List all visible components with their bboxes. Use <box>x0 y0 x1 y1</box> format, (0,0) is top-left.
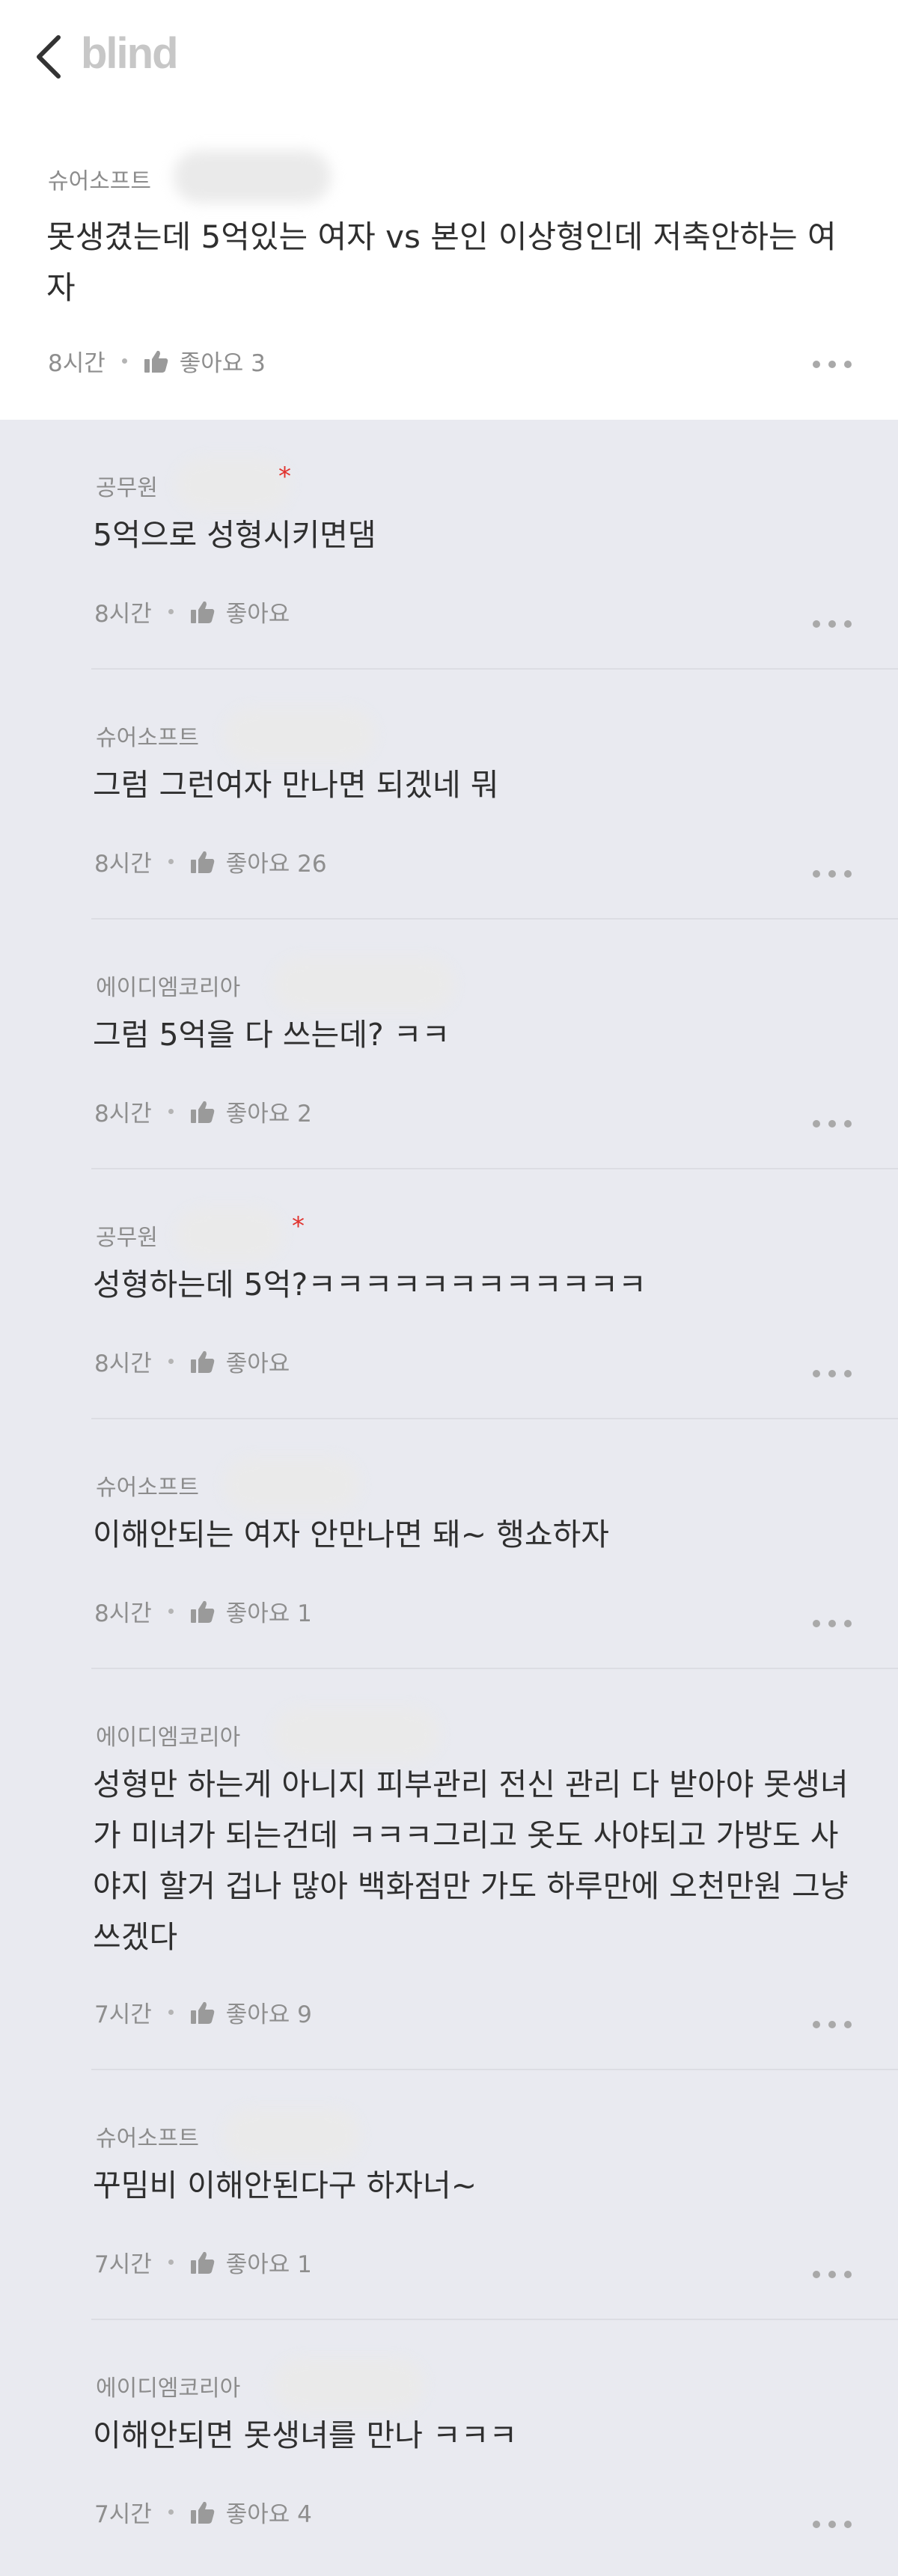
comment-meta: 8시간 좋아요 2 <box>94 1095 312 1128</box>
thumbs-up-icon[interactable] <box>190 1350 216 1374</box>
post-title: 못생겼는데 5억있는 여자 vs 본인 이상형인데 저축안하는 여자 <box>46 218 837 306</box>
more-options-icon[interactable] <box>813 1620 852 1630</box>
thumbs-up-icon[interactable] <box>190 600 216 624</box>
comment-text: 5억으로 성형시키면댐 <box>93 517 376 553</box>
more-options-icon[interactable] <box>813 1370 852 1380</box>
comment-item: 슈어소프트 꾸밈비 이해안된다구 하자너~ 7시간 좋아요 1 <box>0 2070 898 2320</box>
thumbs-up-icon[interactable] <box>190 1100 216 1124</box>
comment-time: 7시간 <box>94 2501 152 2528</box>
comment-meta: 8시간 좋아요 26 <box>94 845 327 878</box>
post-time: 8시간 <box>48 350 106 377</box>
more-options-icon[interactable] <box>813 620 852 631</box>
comment-time: 8시간 <box>94 1101 152 1128</box>
comment-meta: 7시간 좋아요 4 <box>94 2495 312 2529</box>
more-options-icon[interactable] <box>813 1120 852 1131</box>
comment-likes[interactable]: 좋아요 1 <box>226 1594 312 1628</box>
comment-likes[interactable]: 좋아요 <box>226 595 290 628</box>
comment-meta: 8시간 좋아요 <box>94 595 290 628</box>
comment-text: 꾸밈비 이해안된다구 하자너~ <box>93 2167 477 2203</box>
comment-meta: 7시간 좋아요 1 <box>94 2245 312 2279</box>
comment-item: 에이디엠코리아 이해안되면 못생녀를 만나 ㅋㅋㅋ 7시간 좋아요 4 <box>0 2320 898 2570</box>
separator-dot <box>168 609 174 614</box>
comment-likes[interactable]: 좋아요 26 <box>226 845 327 878</box>
back-arrow-icon[interactable] <box>33 33 63 81</box>
comment-company: 공무원 <box>96 1225 158 1251</box>
top-bar: blind <box>0 0 898 116</box>
blurred-nickname <box>224 1458 359 1511</box>
more-options-icon[interactable] <box>813 2271 852 2281</box>
comment-item: 에이디엠코리아 그럼 5억을 다 쓰는데? ㅋㅋ 8시간 좋아요 2 <box>0 920 898 1169</box>
more-options-icon[interactable] <box>813 870 852 881</box>
blurred-nickname <box>177 459 289 511</box>
comment-company: 공무원 <box>96 475 158 501</box>
blurred-nickname <box>274 2359 424 2411</box>
comment-list: 공무원 * 5억으로 성형시키면댐 8시간 좋아요 슈어소프트 그럼 그런여자 … <box>0 420 898 2576</box>
blurred-nickname <box>274 1708 439 1760</box>
comment-company: 슈어소프트 <box>96 1475 199 1501</box>
separator-dot <box>168 1609 174 1614</box>
comment-text: 성형만 하는게 아니지 피부관리 전신 관리 다 받아야 못생녀가 미녀가 되는… <box>93 1766 849 1955</box>
blind-logo: blind <box>81 29 179 78</box>
separator-dot <box>168 2010 174 2015</box>
comment-text: 이해안되면 못생녀를 만나 ㅋㅋㅋ <box>93 2417 518 2453</box>
comment-meta: 8시간 좋아요 1 <box>94 1594 312 1628</box>
comment-item: 공무원 * 5억으로 성형시키면댐 8시간 좋아요 <box>0 420 898 670</box>
original-post: 슈어소프트 못생겼는데 5억있는 여자 vs 본인 이상형인데 저축안하는 여자… <box>0 116 898 420</box>
more-options-icon[interactable] <box>813 2521 852 2531</box>
post-likes[interactable]: 좋아요 3 <box>180 344 266 378</box>
blurred-nickname <box>177 1208 281 1261</box>
comment-time: 8시간 <box>94 601 152 628</box>
thumbs-up-icon[interactable] <box>190 2251 216 2274</box>
post-meta: 8시간 좋아요 3 <box>48 344 266 378</box>
comment-company: 에이디엠코리아 <box>96 1725 241 1751</box>
comment-company: 에이디엠코리아 <box>96 975 241 1001</box>
comment-meta: 7시간 좋아요 9 <box>94 1995 312 2029</box>
comment-likes[interactable]: 좋아요 9 <box>226 1995 312 2029</box>
separator-dot <box>121 358 127 364</box>
comment-item: 에이디엠코리아 성형만 하는게 아니지 피부관리 전신 관리 다 받아야 못생녀… <box>0 1669 898 2070</box>
separator-dot <box>168 1109 174 1114</box>
comment-text: 그럼 5억을 다 쓰는데? ㅋㅋ <box>93 1017 450 1053</box>
comment-time: 8시간 <box>94 851 152 878</box>
comment-likes[interactable]: 좋아요 1 <box>226 2245 312 2279</box>
comment-time: 7시간 <box>94 2251 152 2278</box>
thumbs-up-icon[interactable] <box>190 850 216 874</box>
comment-company: 슈어소프트 <box>96 2126 199 2152</box>
comment-item: 공무원 * 성형하는데 5억?ㅋㅋㅋㅋㅋㅋㅋㅋㅋㅋㅋㅋ 8시간 좋아요 <box>0 1169 898 1419</box>
comment-time: 8시간 <box>94 1350 152 1377</box>
comment-time: 7시간 <box>94 2001 152 2028</box>
comment-text: 이해안되는 여자 안만나면 돼~ 행쇼하자 <box>93 1517 610 1552</box>
blurred-nickname <box>224 2109 359 2162</box>
comment-text: 성형하는데 5억?ㅋㅋㅋㅋㅋㅋㅋㅋㅋㅋㅋㅋ <box>93 1267 647 1303</box>
separator-dot <box>168 2509 174 2515</box>
verified-star-badge: * <box>292 1211 305 1241</box>
thumbs-up-icon[interactable] <box>190 2001 216 2025</box>
separator-dot <box>168 1359 174 1364</box>
comment-company: 에이디엠코리아 <box>96 2375 241 2402</box>
separator-dot <box>168 859 174 864</box>
comment-company: 슈어소프트 <box>96 725 199 751</box>
verified-star-badge: * <box>278 462 291 492</box>
more-options-icon[interactable] <box>813 2021 852 2031</box>
thumbs-up-icon[interactable] <box>190 1600 216 1624</box>
separator-dot <box>168 2260 174 2265</box>
comment-likes[interactable]: 좋아요 2 <box>226 1095 312 1128</box>
thumbs-up-icon[interactable] <box>190 2500 216 2524</box>
comment-text: 그럼 그런여자 만나면 되겠네 뭐 <box>93 767 499 803</box>
post-company: 슈어소프트 <box>48 168 151 195</box>
blurred-nickname <box>274 958 453 1011</box>
blurred-nickname <box>224 709 374 761</box>
comment-likes[interactable]: 좋아요 <box>226 1344 290 1378</box>
comment-item: 슈어소프트 이해안되는 여자 안만나면 돼~ 행쇼하자 8시간 좋아요 1 <box>0 1419 898 1669</box>
comment-time: 8시간 <box>94 1600 152 1627</box>
comment-likes[interactable]: 좋아요 4 <box>226 2495 312 2529</box>
comment-meta: 8시간 좋아요 <box>94 1344 290 1378</box>
more-options-icon[interactable] <box>813 361 852 371</box>
comment-item: 슈어소프트 그럼 그런여자 만나면 되겠네 뭐 8시간 좋아요 26 <box>0 670 898 920</box>
thumbs-up-icon[interactable] <box>144 349 169 373</box>
blurred-nickname <box>174 150 331 203</box>
